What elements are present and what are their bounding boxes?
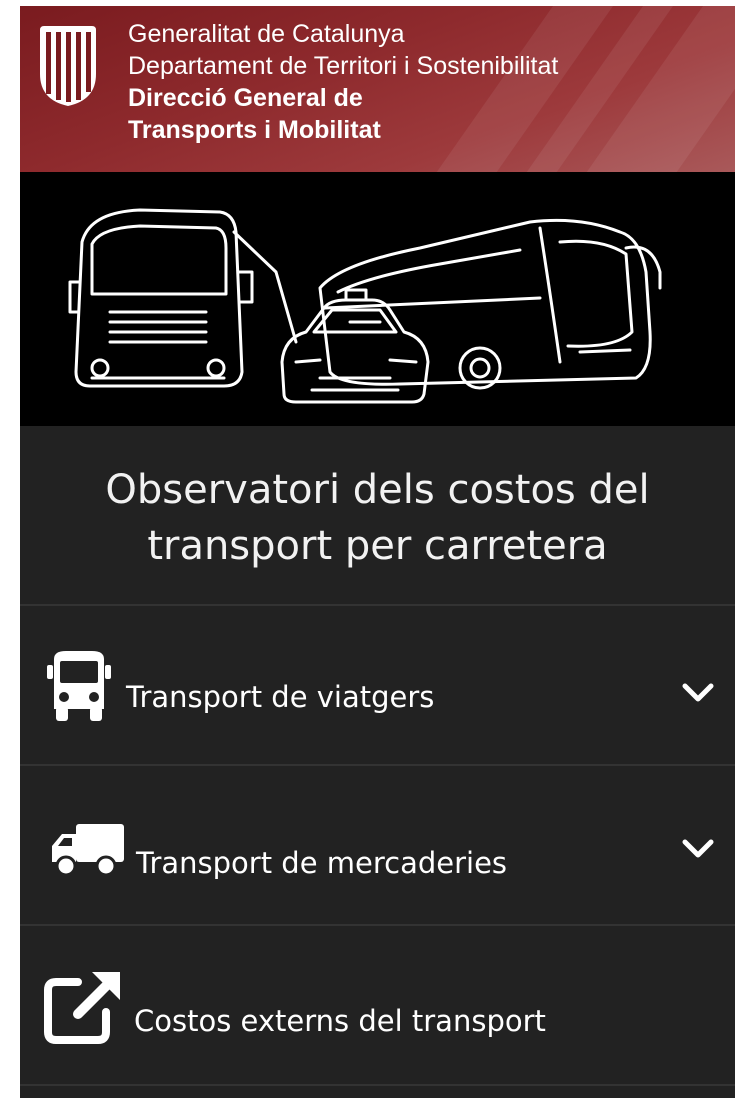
- menu-item-label: Costos externs del transport: [134, 1004, 546, 1038]
- divider: [20, 1084, 735, 1086]
- chevron-down-icon[interactable]: [681, 838, 715, 860]
- menu-item-costos-externs[interactable]: Costos externs del transport: [20, 926, 735, 1084]
- menu-item-label: Transport de mercaderies: [136, 846, 508, 880]
- header-line-departament: Departament de Territori i Sostenibilita…: [128, 52, 559, 80]
- app-frame: Generalitat de Catalunya Departament de …: [20, 6, 735, 1098]
- bus-icon: [47, 651, 111, 721]
- page-title: Observatori dels costos del transport pe…: [20, 426, 735, 604]
- menu-item-label: Transport de viatgers: [126, 680, 435, 714]
- header-line-generalitat: Generalitat de Catalunya: [128, 20, 405, 48]
- header-text: Generalitat de Catalunya Departament de …: [128, 18, 558, 146]
- truck-car-bus-illustration: [68, 208, 662, 404]
- page-title-line2: transport per carretera: [147, 523, 608, 569]
- header-banner[interactable]: Generalitat de Catalunya Departament de …: [20, 6, 735, 172]
- header-line-transports: Transports i Mobilitat: [128, 116, 381, 144]
- truck-icon: [52, 824, 124, 877]
- catalan-flag-shield-icon: [40, 26, 96, 106]
- menu-item-transport-viatgers[interactable]: Transport de viatgers: [20, 606, 735, 764]
- hero-vehicles-image: [20, 172, 735, 426]
- external-link-icon: [44, 972, 120, 1044]
- menu-item-transport-mercaderies[interactable]: Transport de mercaderies: [20, 766, 735, 924]
- chevron-down-icon[interactable]: [681, 682, 715, 704]
- page-title-line1: Observatori dels costos del: [105, 467, 650, 513]
- header-line-direccio: Direcció General de: [128, 84, 363, 112]
